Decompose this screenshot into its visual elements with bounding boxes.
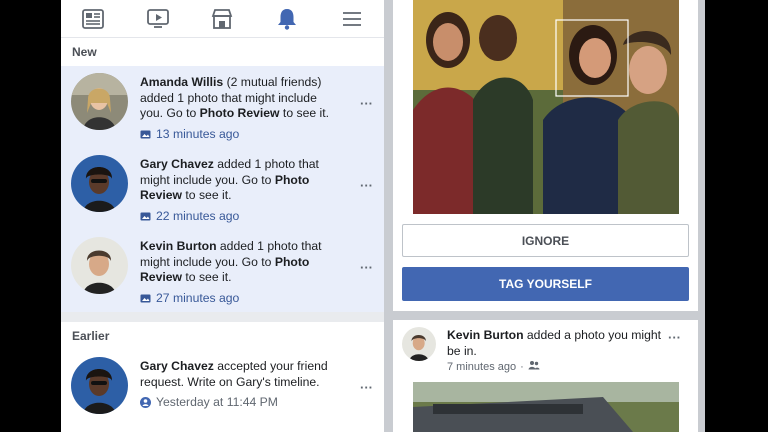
marketplace-icon[interactable] <box>210 7 234 31</box>
photo-review-card: IGNORE TAG YOURSELF <box>393 0 698 311</box>
photo-review-link[interactable]: Photo Review <box>200 106 280 120</box>
actor-name[interactable]: Kevin Burton <box>140 239 217 253</box>
ignore-button[interactable]: IGNORE <box>402 224 689 257</box>
notification-text: Gary Chavez accepted your friend request… <box>140 359 340 390</box>
actor-name[interactable]: Gary Chavez <box>140 359 214 373</box>
background-border <box>705 0 768 432</box>
notification-text: Gary Chavez added 1 photo that might inc… <box>140 157 340 204</box>
notification-text: Amanda Willis (2 mutual friends) added 1… <box>140 75 340 122</box>
notification-item[interactable]: Gary Chavez accepted your friend request… <box>61 350 384 432</box>
news-feed-icon[interactable] <box>81 7 105 31</box>
post-meta: 7 minutes ago · <box>447 360 540 373</box>
notification-time: 27 minutes ago <box>140 291 340 307</box>
post-text: Kevin Burton added a photo you might be … <box>447 328 672 359</box>
notification-item[interactable]: Gary Chavez added 1 photo that might inc… <box>61 148 384 230</box>
timestamp: Yesterday at 11:44 PM <box>156 395 278 409</box>
notification-time: Yesterday at 11:44 PM <box>140 395 340 411</box>
more-options-button[interactable]: ··· <box>360 380 373 395</box>
photo-icon <box>140 293 151 304</box>
notification-content: Gary Chavez added 1 photo that might inc… <box>140 157 340 230</box>
section-divider <box>61 312 384 322</box>
tag-yourself-button[interactable]: TAG YOURSELF <box>402 267 689 301</box>
top-nav-bar <box>61 0 384 38</box>
timestamp: 27 minutes ago <box>156 290 240 305</box>
actor-name[interactable]: Gary Chavez <box>140 157 214 171</box>
post-timestamp[interactable]: 7 minutes ago <box>447 361 516 373</box>
notification-content: Kevin Burton added 1 photo that might in… <box>140 239 340 312</box>
friend-request-icon <box>140 397 151 409</box>
menu-icon[interactable] <box>340 7 364 31</box>
friends-audience-icon <box>528 360 540 373</box>
actor-name[interactable]: Amanda Willis <box>140 75 223 89</box>
notification-content: Gary Chavez accepted your friend request… <box>140 359 340 432</box>
notifications-icon[interactable] <box>275 7 299 31</box>
notification-item[interactable]: Amanda Willis (2 mutual friends) added 1… <box>61 66 384 148</box>
more-options-button[interactable]: ··· <box>360 96 373 111</box>
notification-content: Amanda Willis (2 mutual friends) added 1… <box>140 75 340 148</box>
more-options-button[interactable]: ··· <box>360 178 373 193</box>
watch-icon[interactable] <box>146 7 170 31</box>
meta-separator: · <box>520 360 524 373</box>
post-more-options-button[interactable]: ··· <box>668 330 681 345</box>
avatar <box>71 357 128 414</box>
more-options-button[interactable]: ··· <box>360 260 373 275</box>
section-earlier-header: Earlier <box>61 322 384 350</box>
post-author-name[interactable]: Kevin Burton <box>447 328 524 342</box>
notification-time: 13 minutes ago <box>140 127 340 143</box>
avatar <box>71 237 128 294</box>
notifications-panel: New Amanda Willis (2 mutual friends) add… <box>61 0 384 432</box>
notification-suffix: to see it. <box>279 106 329 120</box>
photo-icon <box>140 211 151 222</box>
group-photo <box>413 0 679 214</box>
section-new-header: New <box>61 38 384 66</box>
timestamp: 22 minutes ago <box>156 208 240 223</box>
notification-time: 22 minutes ago <box>140 209 340 225</box>
notification-item[interactable]: Kevin Burton added 1 photo that might in… <box>61 230 384 312</box>
timestamp: 13 minutes ago <box>156 126 240 141</box>
panel-divider <box>384 0 393 432</box>
avatar <box>71 73 128 130</box>
post-card: Kevin Burton added a photo you might be … <box>393 320 698 432</box>
new-notifications-list: Amanda Willis (2 mutual friends) added 1… <box>61 66 384 312</box>
notification-text: Kevin Burton added 1 photo that might in… <box>140 239 340 286</box>
post-photo[interactable] <box>413 382 679 432</box>
notification-suffix: to see it. <box>182 188 232 202</box>
avatar[interactable] <box>402 327 436 361</box>
photo-review-panel: IGNORE TAG YOURSELF Kevin Burton added a… <box>393 0 705 432</box>
notification-suffix: to see it. <box>182 270 232 284</box>
photo-icon <box>140 129 151 140</box>
avatar <box>71 155 128 212</box>
